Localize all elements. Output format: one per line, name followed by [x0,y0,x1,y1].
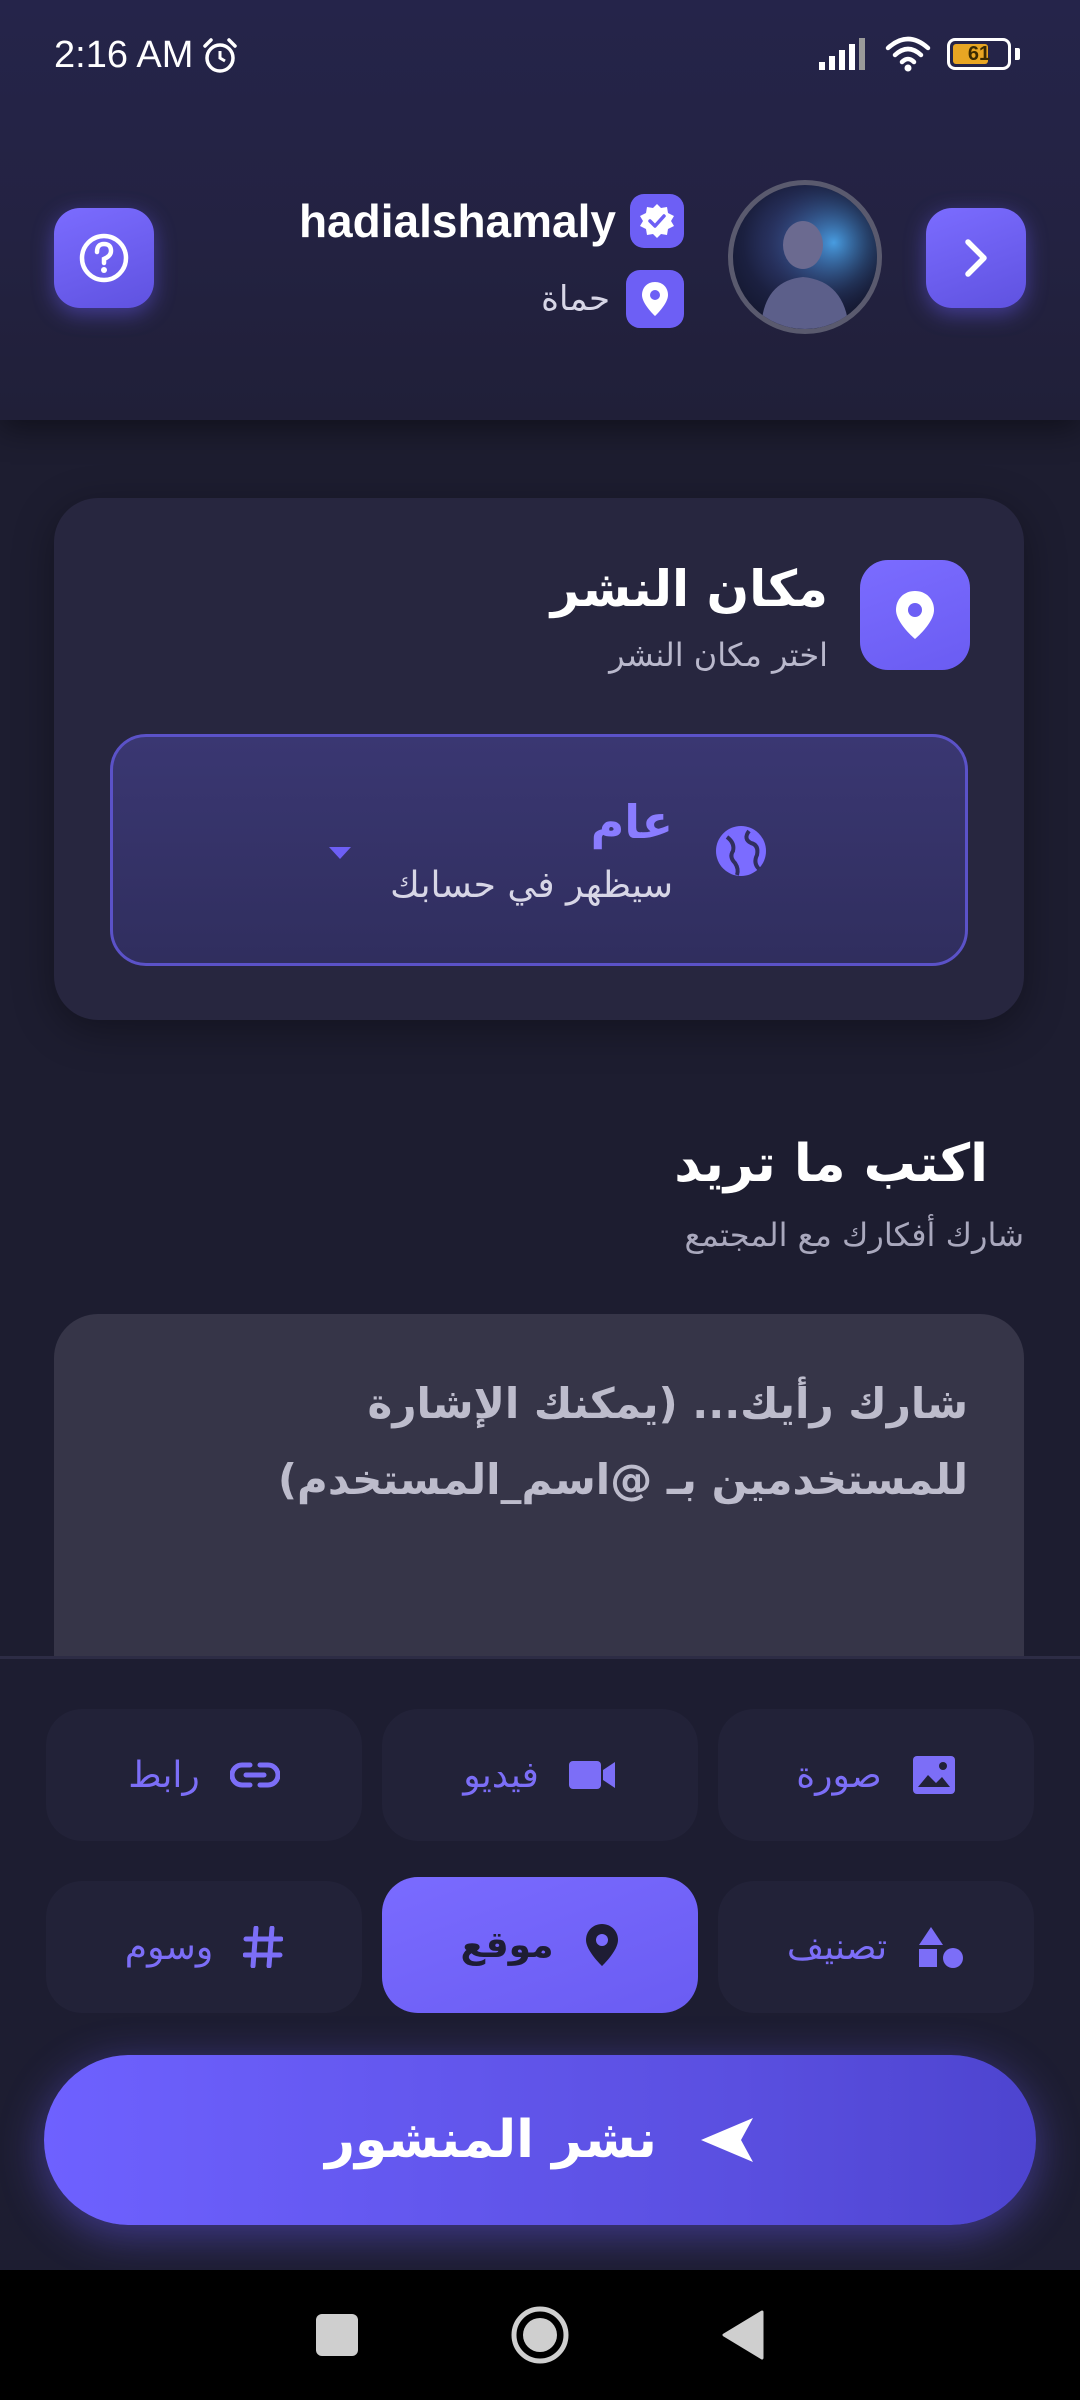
username[interactable]: hadialshamaly [299,194,616,248]
battery-icon: 61 [947,38,1011,70]
send-icon [700,2118,753,2162]
link-icon [229,1762,280,1788]
post-composer [54,1314,1024,1674]
shapes-icon [919,1927,964,1968]
privacy-selected-value: عام [590,795,673,849]
system-nav-bar [0,2270,1080,2400]
user-info: hadialshamaly حماة [299,194,684,328]
tags-button[interactable]: وسوم [46,1881,362,2013]
write-subtitle: شارك أفكارك مع المجتمع [684,1216,1025,1254]
image-icon [912,1756,955,1794]
category-label: تصنيف [786,1926,888,1968]
chevron-right-icon [965,239,987,277]
privacy-dropdown[interactable]: عام سيظهر في حسابك [110,734,968,966]
attach-video-button[interactable]: فيديو [382,1709,698,1841]
help-icon [79,233,129,283]
help-button[interactable] [54,208,154,308]
place-title: مكان النشر [550,560,828,618]
recents-icon[interactable] [314,2312,360,2358]
attach-link-button[interactable]: رابط [46,1709,362,1841]
place-subtitle: اختر مكان النشر [609,636,828,674]
back-icon[interactable] [720,2310,766,2360]
publish-label: نشر المنشور [325,2110,657,2170]
write-title: اكتب ما تريد [674,1134,988,1194]
verified-icon [630,194,684,248]
avatar[interactable] [728,180,882,334]
attach-image-label: صورة [796,1754,882,1796]
status-icons: 61 [819,36,1020,72]
globe-icon [716,826,766,876]
status-bar: 2:16 AM 61 [0,0,1080,110]
location-pin-icon [626,270,684,328]
category-button[interactable]: تصنيف [718,1881,1034,2013]
location-pin-icon [585,1924,618,1966]
caret-down-icon [329,847,351,859]
screen: 2:16 AM 61 hadialshamaly حماة مكان النشر… [0,0,1080,2400]
user-location: حماة [541,279,610,319]
tags-label: وسوم [124,1926,214,1968]
place-pin-icon [860,560,970,670]
header: 2:16 AM 61 hadialshamaly حماة [0,0,1080,420]
privacy-description: سيظهر في حسابك [390,865,673,906]
status-time: 2:16 AM [54,34,194,76]
wifi-icon [885,36,931,72]
hashtag-icon [243,1926,284,1968]
signal-icon [819,38,865,70]
publish-button[interactable]: نشر المنشور [44,2055,1036,2225]
attach-link-label: رابط [128,1754,200,1796]
battery-level: 61 [967,42,991,65]
location-label: موقع [460,1924,554,1966]
home-icon[interactable] [510,2305,570,2365]
video-camera-icon [568,1761,615,1789]
forward-button[interactable] [926,208,1026,308]
attach-image-button[interactable]: صورة [718,1709,1034,1841]
location-button[interactable]: موقع [382,1877,698,2013]
alarm-icon [203,38,237,73]
post-text-input[interactable] [110,1366,968,1622]
post-place-card: مكان النشر اختر مكان النشر عام سيظهر في … [54,498,1024,1020]
attach-video-label: فيديو [463,1754,539,1796]
